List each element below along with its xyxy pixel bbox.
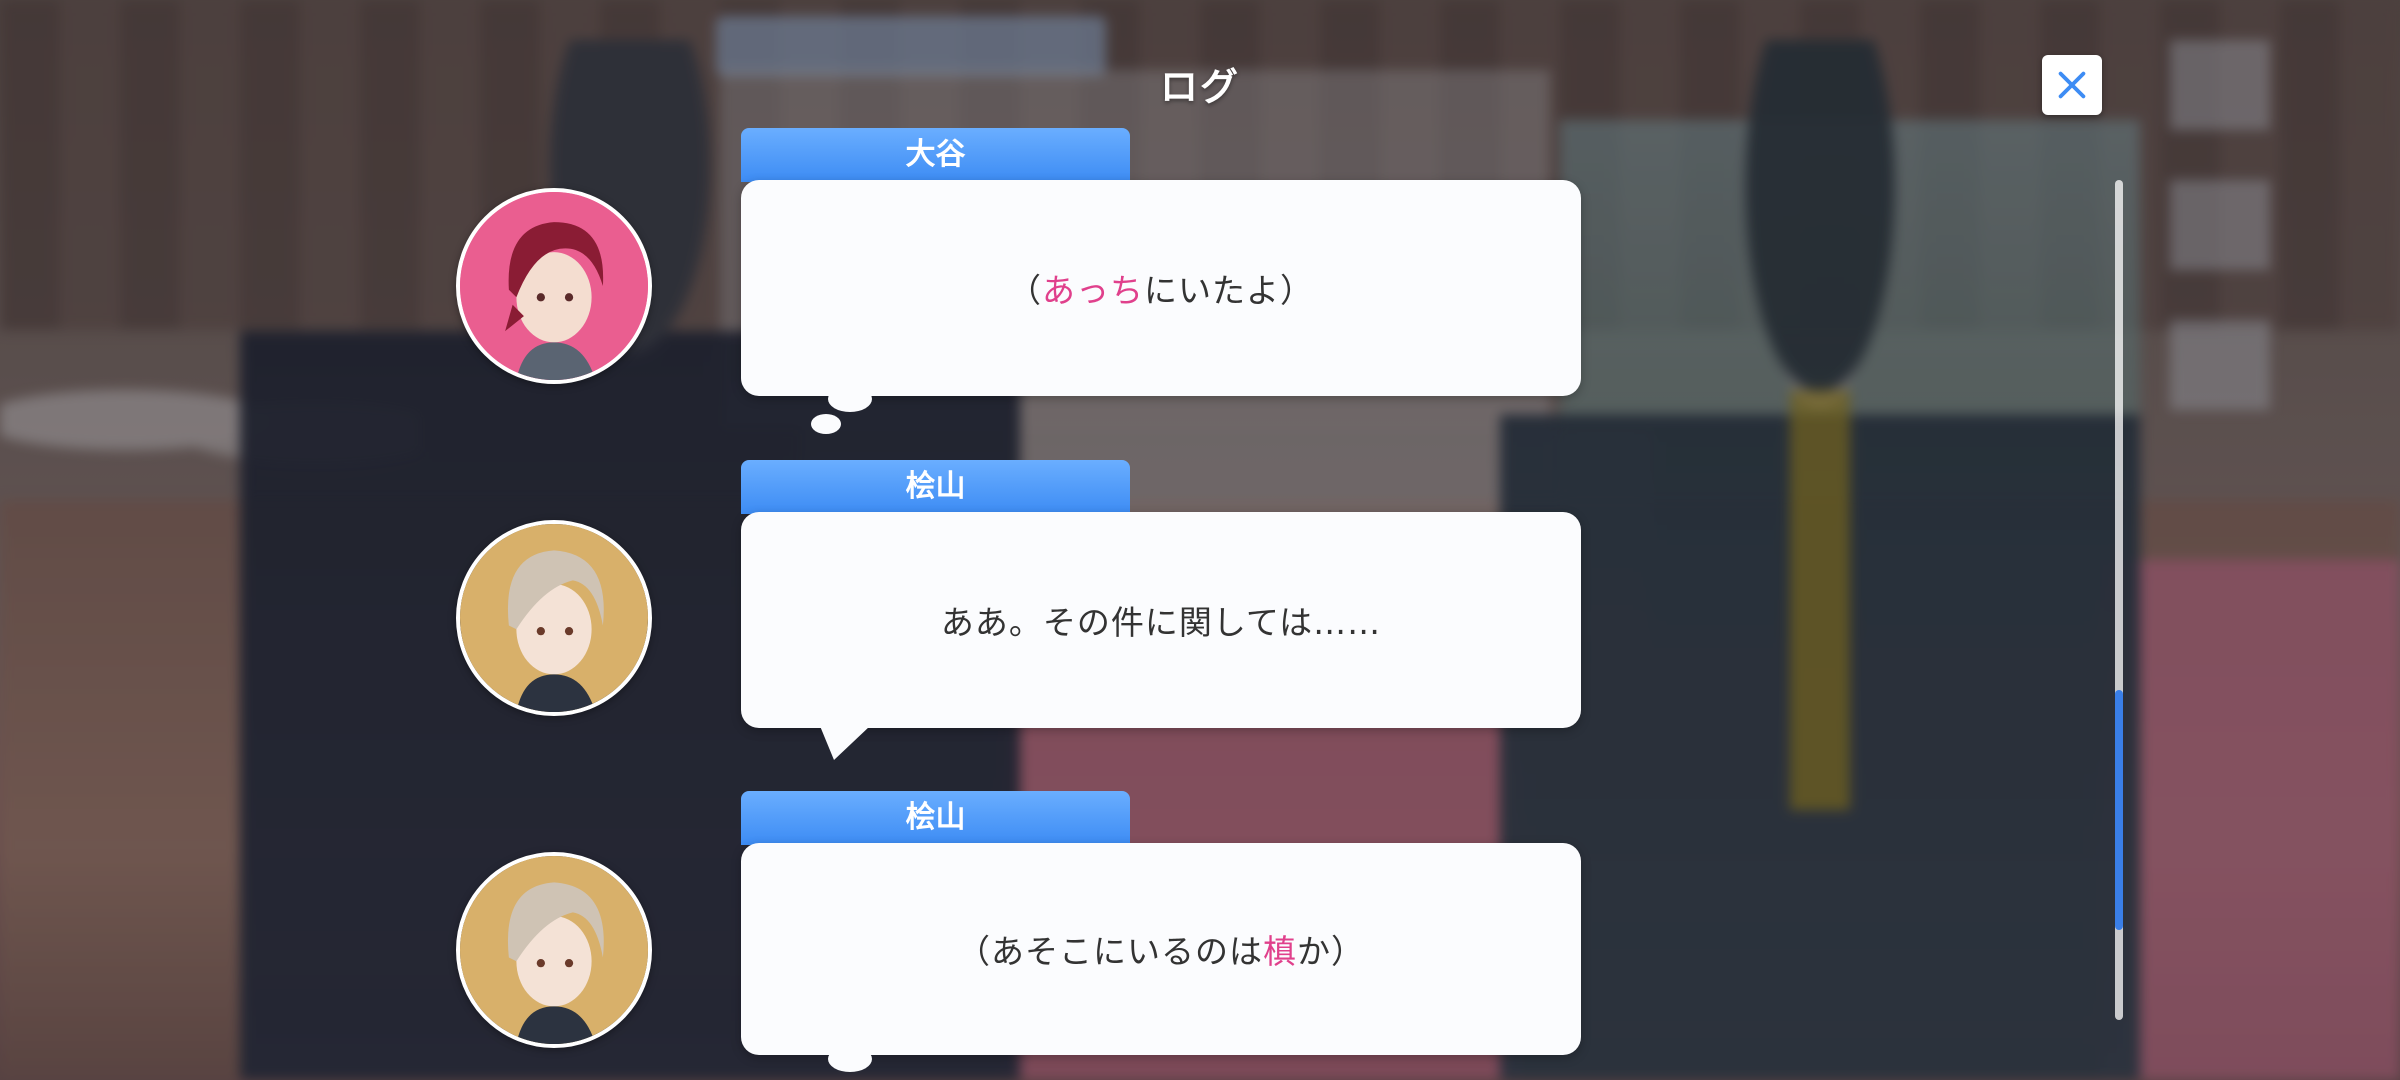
log-entry: 桧山 （あそこにいるのは槙か） xyxy=(0,0,2400,1072)
highlighted-word: 槙 xyxy=(1263,932,1297,971)
character-avatar-hiyama xyxy=(456,852,652,1048)
thought-bubble-dot xyxy=(828,386,872,412)
dialogue-text: （あそこにいるのは槙か） xyxy=(957,932,1365,971)
character-avatar-hiyama xyxy=(456,520,652,716)
speaker-name-tab: 桧山 xyxy=(741,460,1130,514)
speaker-name-tab: 桧山 xyxy=(741,791,1130,845)
speech-bubble-tail xyxy=(820,726,870,760)
dialogue-bubble: （あそこにいるのは槙か） xyxy=(741,843,1581,1055)
thought-bubble-dot xyxy=(828,1046,872,1072)
dialogue-bubble: ああ。その件に関しては…… xyxy=(741,512,1581,728)
dialogue-text: ああ。その件に関しては…… xyxy=(940,603,1382,642)
scrollbar-thumb[interactable] xyxy=(2115,690,2123,930)
thought-bubble-dot xyxy=(811,414,841,434)
